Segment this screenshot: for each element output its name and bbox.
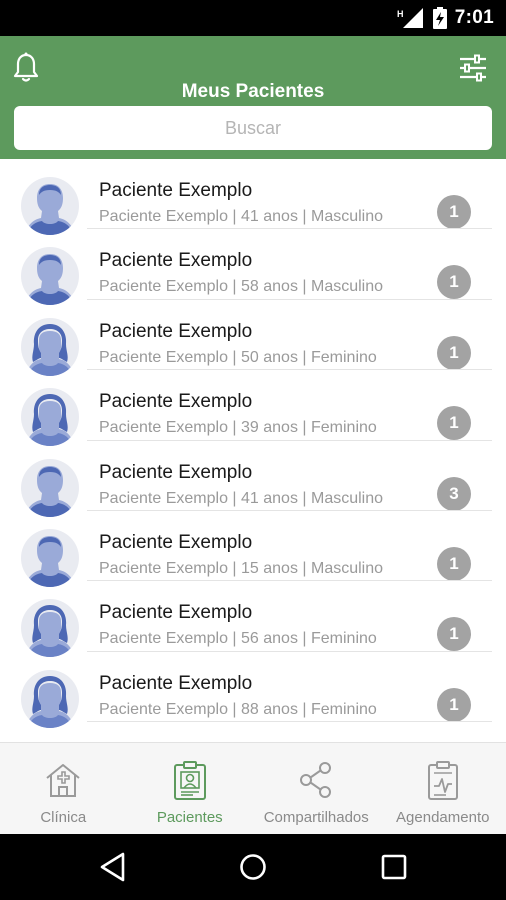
count-badge: 3 bbox=[437, 476, 471, 511]
count-badge: 1 bbox=[437, 195, 471, 229]
patient-name: Paciente Exemplo bbox=[99, 672, 253, 694]
nav-label: Pacientes bbox=[156, 809, 223, 826]
share-icon bbox=[300, 762, 332, 798]
patient-row[interactable]: Paciente Exemplo Paciente Exemplo | 39 an… bbox=[0, 370, 506, 447]
count-badge: 1 bbox=[437, 546, 471, 581]
count-badge: 1 bbox=[437, 265, 471, 300]
bottom-navigation: Clínica Pacientes Compartilhados Agendam… bbox=[0, 742, 506, 834]
patient-row[interactable]: Paciente Exemplo Paciente Exemplo | 88 an… bbox=[0, 652, 506, 728]
patient-details: Paciente Exemplo | 88 anos | Feminino bbox=[99, 700, 377, 718]
patient-name: Paciente Exemplo bbox=[99, 461, 253, 483]
nav-label: Clínica bbox=[40, 809, 87, 826]
patient-row[interactable]: Paciente Exemplo Paciente Exemplo | 15 an… bbox=[0, 511, 506, 587]
male-avatar-icon bbox=[21, 458, 79, 517]
count-badge: 1 bbox=[437, 687, 471, 722]
bell-icon[interactable] bbox=[12, 52, 40, 84]
female-avatar-icon bbox=[21, 599, 79, 658]
home-icon[interactable] bbox=[237, 851, 269, 883]
battery-icon bbox=[432, 7, 447, 29]
patient-name: Paciente Exemplo bbox=[99, 250, 253, 272]
status-time: 7:01 bbox=[454, 7, 494, 28]
nav-label: Compartilhados bbox=[263, 809, 369, 826]
patient-details: Paciente Exemplo | 39 anos | Feminino bbox=[99, 419, 377, 437]
male-avatar-icon bbox=[21, 177, 79, 235]
patient-row[interactable]: Paciente Exemplo Paciente Exemplo | 50 an… bbox=[0, 300, 506, 376]
male-avatar-icon bbox=[21, 247, 79, 306]
patient-details: Paciente Exemplo | 58 anos | Masculino bbox=[99, 278, 384, 296]
patient-details: Paciente Exemplo | 41 anos | Masculino bbox=[99, 489, 384, 507]
patient-name: Paciente Exemplo bbox=[99, 320, 253, 342]
nav-tab-clinica[interactable]: Clínica bbox=[0, 743, 127, 835]
patient-row[interactable]: Paciente Exemplo Paciente Exemplo | 58 an… bbox=[0, 229, 506, 306]
nav-tab-agendamento[interactable]: Agendamento bbox=[380, 743, 506, 835]
patient-details: Paciente Exemplo | 41 anos | Masculino bbox=[99, 208, 384, 225]
male-avatar-icon bbox=[21, 528, 79, 587]
patient-name: Paciente Exemplo bbox=[99, 180, 253, 201]
patient-details: Paciente Exemplo | 56 anos | Feminino bbox=[99, 630, 377, 648]
female-avatar-icon bbox=[21, 669, 79, 728]
nav-label: Agendamento bbox=[396, 809, 490, 826]
nav-tab-pacientes[interactable]: Pacientes bbox=[127, 743, 254, 835]
count-badge: 1 bbox=[437, 335, 471, 370]
signal-icon: H bbox=[397, 8, 423, 28]
patient-row[interactable]: Paciente Exemplo Paciente Exemplo | 56 an… bbox=[0, 581, 506, 658]
patient-name: Paciente Exemplo bbox=[99, 602, 253, 624]
patient-card-icon bbox=[173, 761, 206, 800]
nav-tab-compartilhados[interactable]: Compartilhados bbox=[253, 743, 380, 835]
divider bbox=[87, 721, 492, 723]
clinic-icon bbox=[46, 764, 80, 797]
search-input[interactable] bbox=[14, 106, 492, 150]
system-navigation-bar bbox=[0, 834, 506, 900]
filter-settings-icon[interactable] bbox=[458, 54, 488, 82]
count-badge: 1 bbox=[437, 617, 471, 652]
female-avatar-icon bbox=[21, 317, 79, 376]
patient-row[interactable]: Paciente Exemplo Paciente Exemplo | 41 an… bbox=[0, 159, 506, 235]
patient-row[interactable]: Paciente Exemplo Paciente Exemplo | 41 an… bbox=[0, 441, 506, 517]
recents-icon[interactable] bbox=[378, 851, 410, 883]
female-avatar-icon bbox=[21, 388, 79, 447]
count-badge: 1 bbox=[437, 406, 471, 441]
patient-name: Paciente Exemplo bbox=[99, 531, 253, 553]
status-bar: H 7:01 bbox=[0, 0, 506, 36]
back-icon[interactable] bbox=[97, 851, 129, 883]
patient-details: Paciente Exemplo | 50 anos | Feminino bbox=[99, 348, 377, 366]
svg-text:H: H bbox=[397, 9, 404, 19]
app-bar: Meus Pacientes bbox=[0, 36, 506, 159]
patient-name: Paciente Exemplo bbox=[99, 391, 253, 413]
page-title: Meus Pacientes bbox=[181, 81, 325, 102]
patient-list[interactable]: Paciente Exemplo Paciente Exemplo | 41 an… bbox=[0, 159, 506, 742]
patient-details: Paciente Exemplo | 15 anos | Masculino bbox=[99, 559, 384, 577]
clipboard-icon bbox=[427, 761, 458, 800]
